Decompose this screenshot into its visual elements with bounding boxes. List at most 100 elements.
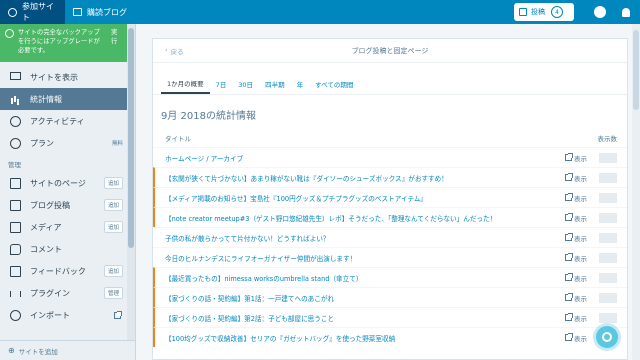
page-scrollbar-thumb[interactable]: [633, 30, 639, 110]
plugin-icon: [10, 291, 21, 297]
open-post-label: 表示: [574, 254, 587, 263]
tab-30-days[interactable]: 30日: [232, 73, 259, 94]
table-row: 【玄関が狭くて片づかない】あまり稼がない靴は『ダイソーのシューズボックス』がおす…: [153, 167, 627, 187]
sidebar-scrollbar-thumb[interactable]: [128, 28, 134, 248]
write-button[interactable]: 投稿 4: [514, 3, 574, 21]
external-link-icon: [565, 293, 573, 301]
plus-icon: ⊕: [8, 346, 15, 355]
open-post-label: 表示: [574, 274, 587, 283]
sidebar-item-view-site[interactable]: サイトを表示: [0, 66, 135, 88]
add-site-button[interactable]: ⊕ サイトを追加: [0, 340, 135, 360]
views-count: [599, 232, 617, 243]
sidebar-item-import[interactable]: インポート: [0, 304, 135, 326]
drafts-count-badge[interactable]: 4: [551, 6, 563, 18]
open-post-label: 表示: [574, 154, 587, 163]
chevron-left-icon: ‹: [165, 45, 168, 54]
sidebar-item-activity[interactable]: アクティビティ: [0, 110, 135, 132]
external-link-icon: [565, 273, 573, 281]
sidebar-item-plugins[interactable]: プラグイン 管理: [0, 282, 135, 304]
my-sites-label: 参加サイト: [22, 2, 54, 22]
table-header: タイトル 表示数: [153, 129, 627, 147]
open-post-link[interactable]: 表示: [565, 293, 593, 303]
feedback-icon: [10, 265, 21, 277]
write-label: 投稿: [531, 8, 545, 16]
sidebar-item-label: 統計情報: [30, 94, 62, 104]
header-card: ‹ 戻る ブログ投稿と固定ページ: [153, 39, 627, 63]
open-post-link[interactable]: 表示: [565, 313, 593, 323]
sidebar-item-label: ブログ投稿: [30, 200, 70, 210]
sidebar-item-feedback[interactable]: フィードバック 追加: [0, 260, 135, 282]
back-button[interactable]: ‹ 戻る: [165, 46, 184, 56]
open-post-link[interactable]: 表示: [565, 193, 593, 203]
external-link-icon: [565, 213, 573, 221]
sidebar-item-posts[interactable]: ブログ投稿 追加: [0, 194, 135, 216]
sidebar-item-stats[interactable]: 統計情報: [0, 88, 135, 110]
open-post-link[interactable]: 表示: [565, 153, 593, 163]
period-tabs: 1か月の概要 7日 30日 四半期 年 すべての期間: [153, 73, 627, 95]
bell-icon: [622, 7, 630, 17]
add-post-button[interactable]: 追加: [103, 199, 123, 211]
post-title-link[interactable]: 【note creator meetup#3（ゲスト野口悠紀雄先生）レポ】そうだ…: [165, 213, 565, 223]
avatar-button[interactable]: [588, 0, 612, 24]
add-media-button[interactable]: 追加: [103, 221, 123, 233]
external-link-icon: [565, 313, 573, 321]
sidebar-item-comments[interactable]: コメント: [0, 238, 135, 260]
upgrade-notice-action[interactable]: 実行: [111, 28, 123, 46]
open-post-link[interactable]: 表示: [565, 333, 593, 343]
reader-icon: [73, 8, 82, 16]
post-title-link[interactable]: 今日のヒルナンデスにライフオーガナイザー仲間が出演します！: [165, 253, 565, 263]
page-scrollbar[interactable]: [632, 24, 640, 360]
manage-plugins-button[interactable]: 管理: [103, 287, 123, 299]
table-row: 子供の私が散らかってて片付かない！どうすればよい？ 表示: [153, 227, 627, 247]
help-icon: [602, 332, 612, 342]
open-post-label: 表示: [574, 294, 587, 303]
views-count: [599, 212, 617, 223]
tab-year[interactable]: 年: [291, 73, 310, 94]
post-title-link[interactable]: 子供の私が散らかってて片付かない！どうすればよい？: [165, 233, 565, 243]
external-link-icon: [565, 233, 573, 241]
page-title: ブログ投稿と固定ページ: [351, 46, 429, 55]
add-feedback-button[interactable]: 追加: [103, 265, 123, 277]
tab-all-time[interactable]: すべての期間: [309, 73, 359, 94]
post-title-link[interactable]: 【100均グッズで収納改善】セリアの『ガゼットバッグ』を使った野菜室収納: [165, 333, 565, 343]
tab-quarter[interactable]: 四半期: [259, 73, 291, 94]
sidebar-item-media[interactable]: メディア 追加: [0, 216, 135, 238]
sidebar-item-plan[interactable]: プラン 無料: [0, 132, 135, 154]
post-title-link[interactable]: 【最近買ったもの】nimessa worksのumbrella stand（傘立…: [165, 273, 565, 283]
views-count: [599, 172, 617, 183]
help-button[interactable]: [596, 326, 618, 348]
notifications-button[interactable]: [614, 0, 638, 24]
table-row: 【100均グッズで収納改善】セリアの『ガゼットバッグ』を使った野菜室収納 表示: [153, 327, 627, 347]
open-post-link[interactable]: 表示: [565, 273, 593, 283]
external-link-icon: [565, 333, 573, 341]
my-sites-button[interactable]: 参加サイト: [0, 0, 65, 24]
post-title-link[interactable]: 【家づくりの話・契約編】第1話：一戸建てへのあこがれ: [165, 293, 565, 303]
open-post-link[interactable]: 表示: [565, 233, 593, 243]
post-title-link[interactable]: 【玄関が狭くて片づかない】あまり稼がない靴は『ダイソーのシューズボックス』がおす…: [165, 173, 565, 183]
table-row: 【最近買ったもの】nimessa worksのumbrella stand（傘立…: [153, 267, 627, 287]
post-title-link[interactable]: ホームページ / アーカイブ: [165, 153, 565, 163]
sidebar-item-label: フィードバック: [30, 266, 86, 276]
post-title-link[interactable]: 【家づくりの話・契約編】第2話：子ども部屋に思うこと: [165, 313, 565, 323]
open-post-link[interactable]: 表示: [565, 213, 593, 223]
upgrade-notice[interactable]: サイトの完全なバックアップを行うにはアップグレードが必要です。 実行: [0, 24, 135, 62]
gear-icon: [5, 29, 14, 38]
column-title: タイトル: [165, 135, 191, 143]
table-row: 【メディア掲載のお知らせ】宝島社『100円グッズ＆プチプラグッズのベストアイテム…: [153, 187, 627, 207]
sidebar-item-label: サイトを表示: [30, 72, 78, 82]
open-post-link[interactable]: 表示: [565, 253, 593, 263]
open-post-link[interactable]: 表示: [565, 173, 593, 183]
sidebar-item-pages[interactable]: サイトのページ 追加: [0, 172, 135, 194]
activity-icon: [10, 115, 21, 127]
post-title-link[interactable]: 【メディア掲載のお知らせ】宝島社『100円グッズ＆プチプラグッズのベストアイテム…: [165, 193, 565, 203]
main-card: ‹ 戻る ブログ投稿と固定ページ 1か月の概要 7日 30日 四半期 年 すべて…: [152, 38, 628, 360]
add-page-button[interactable]: 追加: [103, 177, 123, 189]
tab-7-days[interactable]: 7日: [210, 73, 233, 94]
open-post-label: 表示: [574, 234, 587, 243]
reader-button[interactable]: 購読ブログ: [65, 0, 135, 24]
plan-badge: 無料: [111, 141, 123, 147]
upgrade-notice-text: サイトの完全なバックアップを行うにはアップグレードが必要です。: [18, 29, 100, 54]
sidebar-scrollbar[interactable]: [127, 24, 135, 360]
tab-month-summary[interactable]: 1か月の概要: [161, 73, 210, 94]
stats-icon: [10, 94, 21, 105]
